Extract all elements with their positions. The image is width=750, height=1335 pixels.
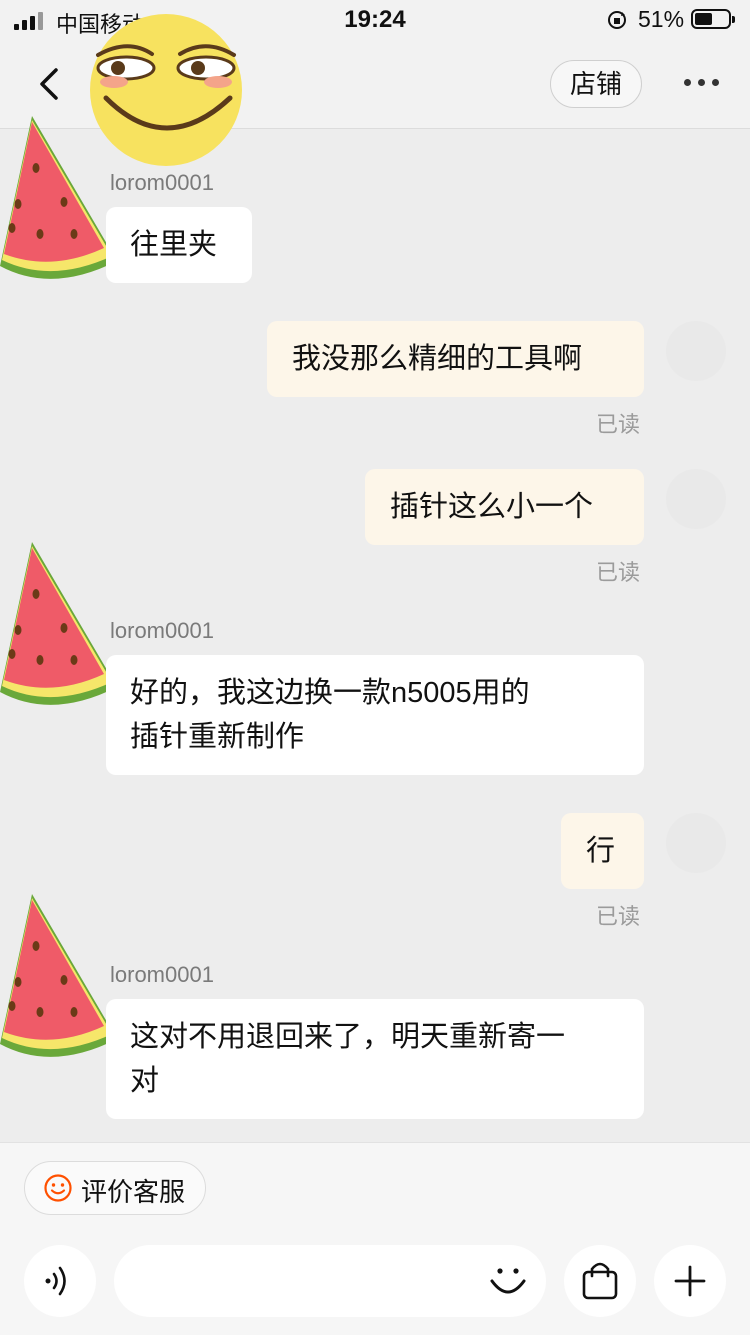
rate-service-label: 评价客服: [81, 1177, 186, 1207]
read-status: 已读: [596, 560, 641, 585]
more-dots-icon[interactable]: [684, 79, 720, 87]
message-input[interactable]: [114, 1245, 546, 1317]
sender-name: lorom0001: [110, 962, 214, 987]
message-text-line: 插针重新制作: [130, 721, 305, 753]
read-status: 已读: [596, 412, 641, 437]
smile-icon: [44, 1174, 72, 1202]
message-text-line: 好的，我这边换一款n5005用的: [130, 677, 530, 709]
voice-icon: [45, 1266, 66, 1296]
back-chevron-icon[interactable]: [30, 62, 70, 106]
message-bubble-left[interactable]: 这对不用退回来了，明天重新寄一 对: [106, 999, 644, 1119]
smirk-emoji-sticker: [90, 14, 242, 166]
my-avatar[interactable]: [666, 321, 726, 381]
battery-icon: [691, 9, 735, 29]
my-avatar[interactable]: [666, 469, 726, 529]
orientation-lock-icon: [608, 11, 626, 29]
shopping-bag-icon: [582, 1262, 618, 1300]
message-text-line: 这对不用退回来了，明天重新寄一: [130, 1021, 566, 1053]
sender-name: lorom0001: [110, 618, 214, 643]
input-panel: 评价客服: [0, 1142, 750, 1335]
shop-button[interactable]: 店铺: [550, 60, 642, 108]
battery-percent: 51%: [638, 6, 685, 32]
sender-name: lorom0001: [110, 170, 214, 195]
message-text: 行: [586, 835, 616, 867]
my-avatar[interactable]: [666, 813, 726, 873]
message-bubble-left[interactable]: 往里夹: [106, 207, 252, 283]
message-bubble-right[interactable]: 行: [561, 813, 644, 889]
watermelon-avatar[interactable]: [0, 894, 122, 1064]
emoji-smile-icon[interactable]: [486, 1259, 530, 1303]
message-bubble-right[interactable]: 插针这么小一个: [365, 469, 644, 545]
more-actions-button[interactable]: [654, 1245, 726, 1317]
rate-service-button[interactable]: 评价客服: [24, 1161, 206, 1215]
message-bubble-left[interactable]: 好的，我这边换一款n5005用的 插针重新制作: [106, 655, 644, 775]
plus-icon: [674, 1265, 706, 1297]
voice-button[interactable]: [24, 1245, 96, 1317]
message-bubble-right[interactable]: 我没那么精细的工具啊: [267, 321, 644, 397]
message-text: 插针这么小一个: [390, 491, 594, 523]
product-bag-button[interactable]: [564, 1245, 636, 1317]
watermelon-avatar[interactable]: [0, 542, 122, 712]
message-text: 往里夹: [130, 229, 218, 261]
message-text-line: 对: [130, 1065, 160, 1097]
read-status: 已读: [596, 904, 641, 929]
message-text: 我没那么精细的工具啊: [292, 343, 583, 375]
